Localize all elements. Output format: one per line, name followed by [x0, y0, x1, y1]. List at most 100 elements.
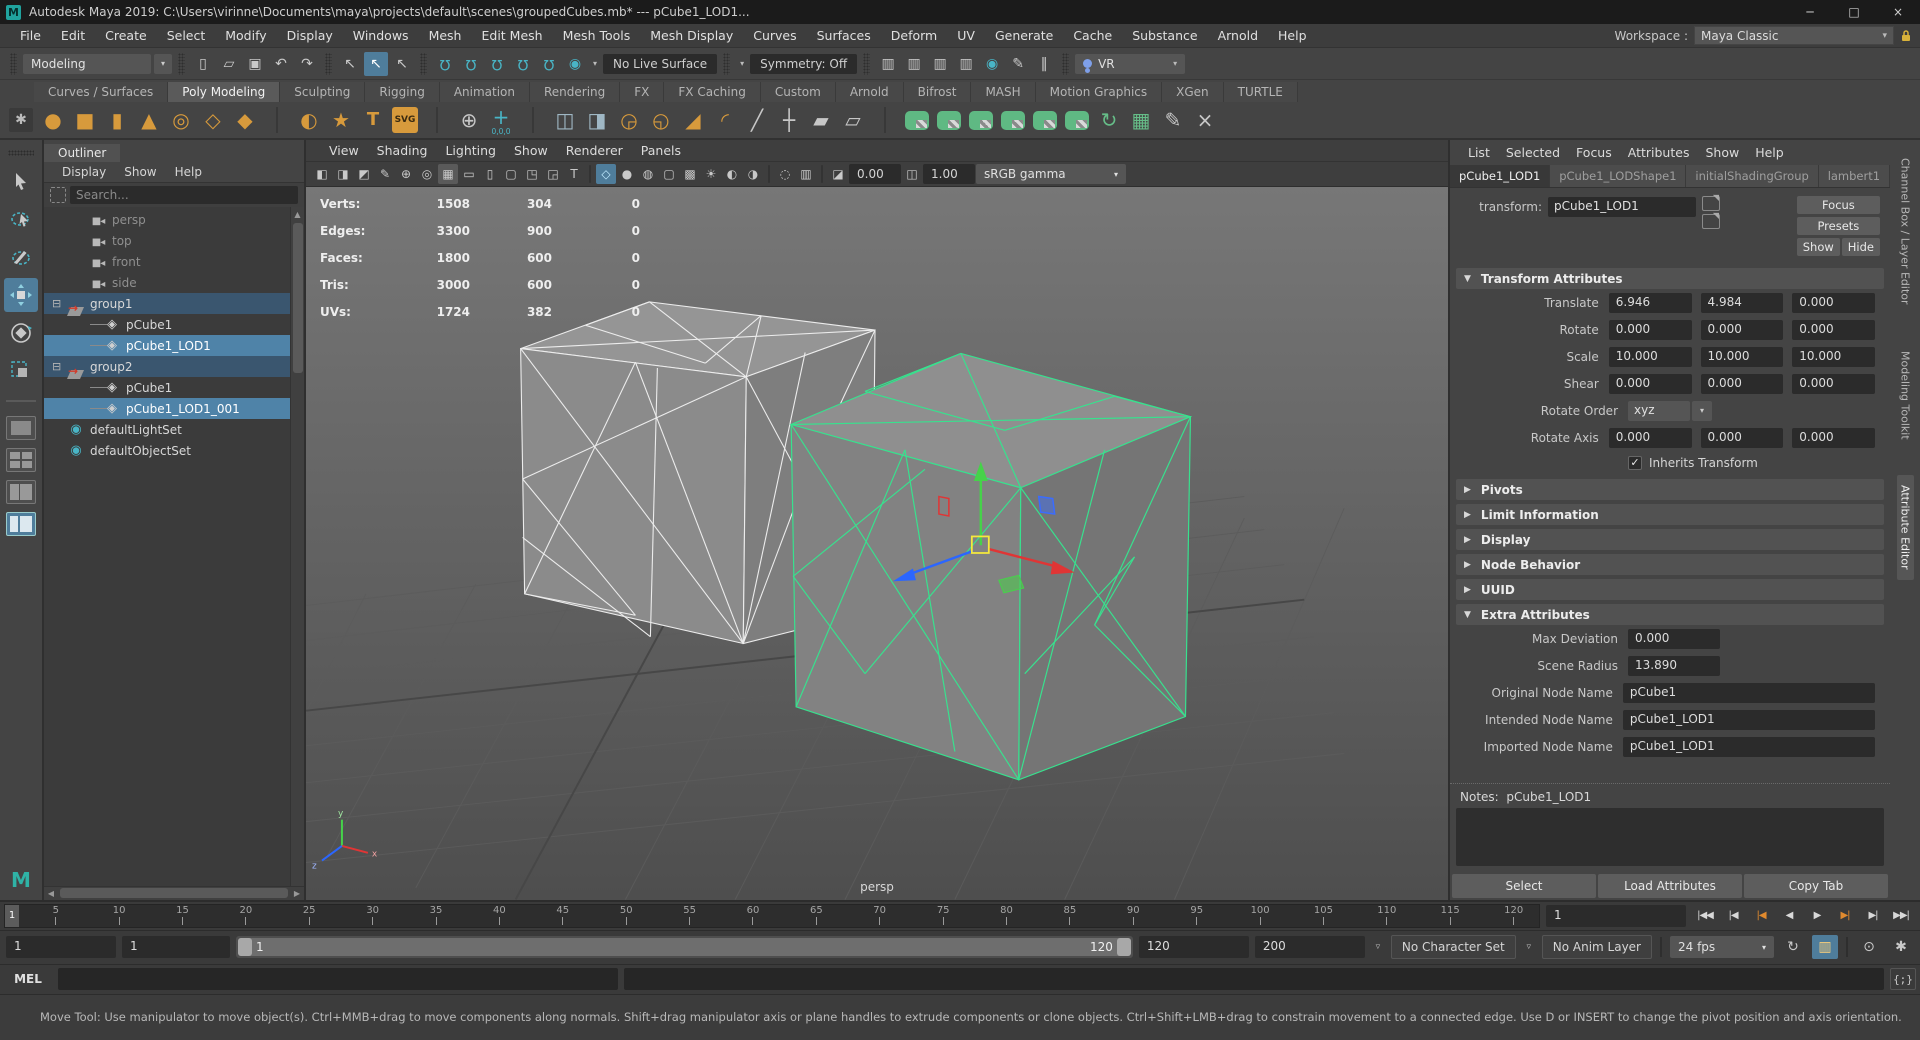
viewport-menu-item[interactable]: Lighting	[436, 143, 505, 158]
occlusion-icon[interactable]: ◑	[743, 164, 763, 184]
step-back-frame-button[interactable]: |◀	[1720, 905, 1746, 927]
playback-options-icon[interactable]: ▥	[1812, 935, 1838, 959]
render-sequence-button[interactable]: ▥	[928, 52, 952, 76]
quad-draw-icon[interactable]: ▰	[806, 103, 836, 137]
time-options-icon[interactable]: ⊙	[1856, 935, 1882, 959]
anim-layer-selector[interactable]: No Anim Layer	[1542, 935, 1652, 959]
translate-x-field[interactable]: 6.946	[1609, 293, 1692, 313]
pause-viewport-button[interactable]: ‖	[1032, 52, 1056, 76]
copy-tab-button[interactable]: Copy Tab	[1744, 874, 1888, 898]
use-lights-icon[interactable]: ☀	[701, 164, 721, 184]
presets-button[interactable]: Presets	[1797, 217, 1880, 235]
statusline-grip[interactable]	[420, 53, 427, 75]
lasso-select-tool-icon[interactable]	[4, 202, 38, 236]
scale-y-field[interactable]: 10.000	[1701, 347, 1784, 367]
animation-end-field[interactable]: 200	[1255, 936, 1365, 958]
menu-item[interactable]: Mesh	[419, 28, 472, 43]
shear-y-field[interactable]: 0.000	[1701, 374, 1784, 394]
scene-radius-field[interactable]: 13.890	[1628, 656, 1720, 676]
workspace-dropdown[interactable]: Maya Classic ▾	[1694, 26, 1894, 45]
select-tool-icon[interactable]	[4, 164, 38, 198]
poly-torus-icon[interactable]: ◎	[166, 103, 196, 137]
combine-icon[interactable]: ◫	[550, 103, 580, 137]
shelf-tab[interactable]: Custom	[761, 82, 836, 102]
viewport-toolbar-separator[interactable]	[768, 165, 770, 183]
go-to-start-button[interactable]: |◀◀	[1692, 905, 1718, 927]
gamma-field[interactable]: 1.00	[923, 164, 975, 184]
frame-selection-icon[interactable]: ⊕	[454, 103, 484, 137]
loop-mode-icon[interactable]: ↻	[1780, 935, 1806, 959]
attribute-editor-menu-item[interactable]: Selected	[1498, 145, 1568, 160]
statusline-grip[interactable]	[10, 53, 17, 75]
shelf-tab[interactable]: Motion Graphics	[1036, 82, 1163, 102]
minimize-button[interactable]: ─	[1788, 0, 1832, 24]
ipr-render-button[interactable]: ▥	[902, 52, 926, 76]
mel-input[interactable]	[58, 968, 618, 990]
poly-star-icon[interactable]: ★	[326, 103, 356, 137]
playback-range-bar[interactable]: 1 120	[236, 936, 1133, 958]
textured-mode-icon[interactable]: ▩	[680, 164, 700, 184]
render-settings-button[interactable]: ▥	[954, 52, 978, 76]
outliner-item-group2[interactable]: ⊟ group2	[44, 356, 304, 377]
viewport-menu-item[interactable]: Shading	[368, 143, 437, 158]
wireframe-mode-icon[interactable]: ◇	[596, 164, 616, 184]
translate-z-field[interactable]: 0.000	[1792, 293, 1875, 313]
play-backwards-button[interactable]: ◀	[1776, 905, 1802, 927]
statusline-grip[interactable]	[325, 53, 332, 75]
outliner-item-side[interactable]: side	[44, 272, 304, 293]
open-scene-button[interactable]: ▱	[217, 52, 241, 76]
viewport-menu-item[interactable]: Renderer	[557, 143, 632, 158]
attribute-editor-menu-item[interactable]: Show	[1697, 145, 1747, 160]
show-button[interactable]: Show	[1797, 238, 1840, 256]
outliner-item-pcube1[interactable]: pCube1	[44, 314, 304, 335]
menu-item[interactable]: Surfaces	[807, 28, 881, 43]
snap-to-point-button[interactable]: Ω	[485, 52, 509, 76]
original-node-name-field[interactable]: pCube1	[1623, 683, 1875, 703]
poly-cube-icon[interactable]: ■	[70, 103, 100, 137]
rotate-order-dropdown[interactable]: xyz	[1628, 401, 1690, 421]
section-transform-attributes[interactable]: ▼ Transform Attributes	[1456, 268, 1884, 289]
shelf-tab[interactable]: Animation	[440, 82, 530, 102]
menu-item[interactable]: Display	[277, 28, 343, 43]
menuset-dropdown[interactable]: Modeling	[23, 54, 151, 74]
shadows-icon[interactable]: ◐	[722, 164, 742, 184]
live-surface-field[interactable]: No Live Surface	[603, 54, 717, 74]
render-frame-button[interactable]: ▥	[876, 52, 900, 76]
statusline-grip[interactable]	[178, 53, 185, 75]
bookmark-icon[interactable]: ◩	[354, 164, 374, 184]
expand-toggle-icon[interactable]: ⊟	[52, 297, 66, 310]
poly-sphere-icon[interactable]: ●	[38, 103, 68, 137]
multi-cut-icon[interactable]: ╱	[742, 103, 772, 137]
boolean-difference-icon[interactable]: ◵	[646, 103, 676, 137]
section-display[interactable]: ▶Display	[1456, 529, 1884, 550]
imported-node-name-field[interactable]: pCube1_LOD1	[1623, 737, 1875, 757]
gamma-icon[interactable]: ◫	[902, 164, 922, 184]
paint-brush-icon[interactable]: ✎	[1158, 103, 1188, 137]
flat-shade-icon[interactable]: ◍	[638, 164, 658, 184]
attribute-editor-menu-item[interactable]: Focus	[1568, 145, 1620, 160]
shelf-separator[interactable]	[518, 103, 548, 137]
move-tool-icon[interactable]	[4, 278, 38, 312]
max-deviation-field[interactable]: 0.000	[1628, 629, 1720, 649]
go-to-end-button[interactable]: ▶▶|	[1888, 905, 1914, 927]
playback-start-field[interactable]: 1	[122, 936, 230, 958]
statusline-grip[interactable]	[863, 53, 870, 75]
smooth-sculpt-icon[interactable]	[966, 103, 996, 137]
menu-item[interactable]: Deform	[881, 28, 947, 43]
film-gate-icon[interactable]: ▭	[459, 164, 479, 184]
layout-two-pane-button[interactable]	[6, 480, 36, 504]
outliner-item-pcube1-2[interactable]: pCube1	[44, 377, 304, 398]
menu-item[interactable]: Help	[1268, 28, 1317, 43]
anim-layer-caret[interactable]: ▿	[1522, 942, 1536, 952]
toolbox-grip[interactable]	[8, 150, 34, 156]
live-surface-caret[interactable]: ▾	[589, 59, 601, 68]
attribute-editor-tab[interactable]: pCube1_LOD1	[1450, 165, 1550, 187]
outliner-item-pcube1-lod1[interactable]: pCube1_LOD1	[44, 335, 304, 356]
menu-item[interactable]: File	[10, 28, 51, 43]
attribute-editor-menu-item[interactable]: Help	[1747, 145, 1792, 160]
outliner-search-input[interactable]: Search...	[70, 186, 298, 204]
smooth-shade-icon[interactable]: ●	[617, 164, 637, 184]
select-hierarchy-mode-button[interactable]: ↖	[338, 52, 362, 76]
current-frame-marker[interactable]: 1	[5, 905, 19, 927]
save-scene-button[interactable]: ▣	[243, 52, 267, 76]
